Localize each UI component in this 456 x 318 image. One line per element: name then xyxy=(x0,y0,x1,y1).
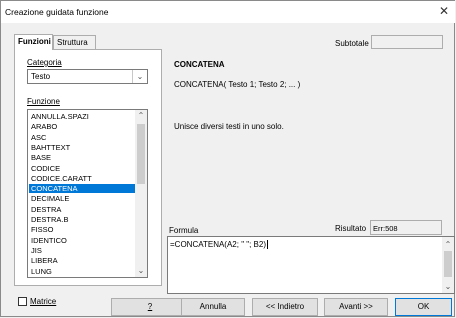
scroll-down-icon[interactable]: ⌄ xyxy=(135,265,147,277)
category-label: Categoria xyxy=(27,58,62,67)
help-button-label: ? xyxy=(147,302,153,311)
function-list-item[interactable]: BASE xyxy=(29,153,136,162)
result-field: Err:508 xyxy=(370,220,442,235)
window-title: Creazione guidata funzione xyxy=(5,7,109,17)
formula-input[interactable]: =CONCATENA(A2; " "; B2) ⌃ ⌄ xyxy=(167,236,455,294)
function-list-item[interactable]: DESTRA xyxy=(29,205,136,214)
close-icon[interactable]: ✕ xyxy=(439,4,449,18)
function-list-item[interactable]: JIS xyxy=(29,246,136,255)
function-list-item[interactable]: LUNG xyxy=(29,267,136,276)
function-list-item[interactable]: CONCATENA xyxy=(29,184,136,194)
function-list-item[interactable]: DESTRA.B xyxy=(29,215,136,224)
function-signature: CONCATENA( Testo 1; Testo 2; ... ) xyxy=(174,80,301,89)
tab-functions[interactable]: Funzioni xyxy=(14,34,53,50)
function-label-text: Funzione xyxy=(27,97,60,106)
matrix-checkbox[interactable] xyxy=(18,297,27,306)
result-value: Err:508 xyxy=(373,224,398,233)
function-list-item[interactable]: FISSO xyxy=(29,225,136,234)
function-list-item[interactable]: CODICE xyxy=(29,164,136,173)
function-list-item[interactable]: DECIMALE xyxy=(29,194,136,203)
subtotal-field xyxy=(371,35,443,49)
formula-label: Formula xyxy=(169,226,199,235)
scrollbar-thumb[interactable] xyxy=(137,124,145,184)
function-name: CONCATENA xyxy=(174,60,225,69)
subtotal-label: Subtotale xyxy=(335,39,369,48)
function-list-item[interactable]: ASC xyxy=(29,133,136,142)
tab-structure[interactable]: Struttura xyxy=(53,35,96,49)
function-listbox[interactable]: LUNG LIBERA JIS IDENTICO FISSO DESTRA.B DESTRA… xyxy=(27,109,148,278)
title-bar: Creazione guidata funzione ✕ xyxy=(1,1,455,23)
chevron-down-icon[interactable]: ⌄ xyxy=(132,70,147,83)
function-list-item[interactable]: IDENTICO xyxy=(29,236,136,245)
matrix-label-text: Matrice xyxy=(30,297,57,306)
scrollbar-thumb[interactable] xyxy=(444,251,452,277)
function-list-scrollbar[interactable]: ⌃ ⌄ xyxy=(135,110,147,277)
function-list-item[interactable]: CODICE.CARATT xyxy=(29,174,136,183)
scroll-up-icon[interactable]: ⌃ xyxy=(135,110,147,122)
cancel-button[interactable]: Annulla xyxy=(181,298,245,316)
text-caret xyxy=(267,240,268,250)
help-button[interactable]: ? xyxy=(111,298,189,316)
scroll-up-icon[interactable]: ⌃ xyxy=(442,240,454,249)
result-label: Risultato xyxy=(335,224,367,233)
category-label-text: Categoria xyxy=(27,58,62,67)
function-description: Unisce diversi testi in uno solo. xyxy=(174,122,284,131)
formula-text[interactable]: =CONCATENA(A2; " "; B2) xyxy=(170,240,266,249)
matrix-label[interactable]: Matrice xyxy=(30,297,56,306)
category-value: Testo xyxy=(31,72,51,81)
function-list-item[interactable]: LIBERA xyxy=(29,256,136,265)
ok-button[interactable]: OK xyxy=(395,298,452,316)
function-list-item[interactable]: ARABO xyxy=(29,122,136,131)
back-button[interactable]: << Indietro xyxy=(252,298,318,316)
function-list-item[interactable]: ANNULLA.SPAZI xyxy=(29,112,136,121)
next-button[interactable]: Avanti >> xyxy=(324,298,388,316)
formula-scrollbar[interactable]: ⌃ ⌄ xyxy=(442,237,454,293)
scroll-down-icon[interactable]: ⌄ xyxy=(442,282,454,291)
formula-text-line[interactable]: =CONCATENA(A2; " "; B2) xyxy=(170,240,268,250)
function-list-item[interactable]: BAHTTEXT xyxy=(29,143,136,152)
function-label: Funzione xyxy=(27,97,60,106)
category-dropdown[interactable]: Testo ⌄ xyxy=(27,69,148,84)
function-wizard-dialog: Creazione guidata funzione ✕ Funzioni St… xyxy=(0,0,455,317)
